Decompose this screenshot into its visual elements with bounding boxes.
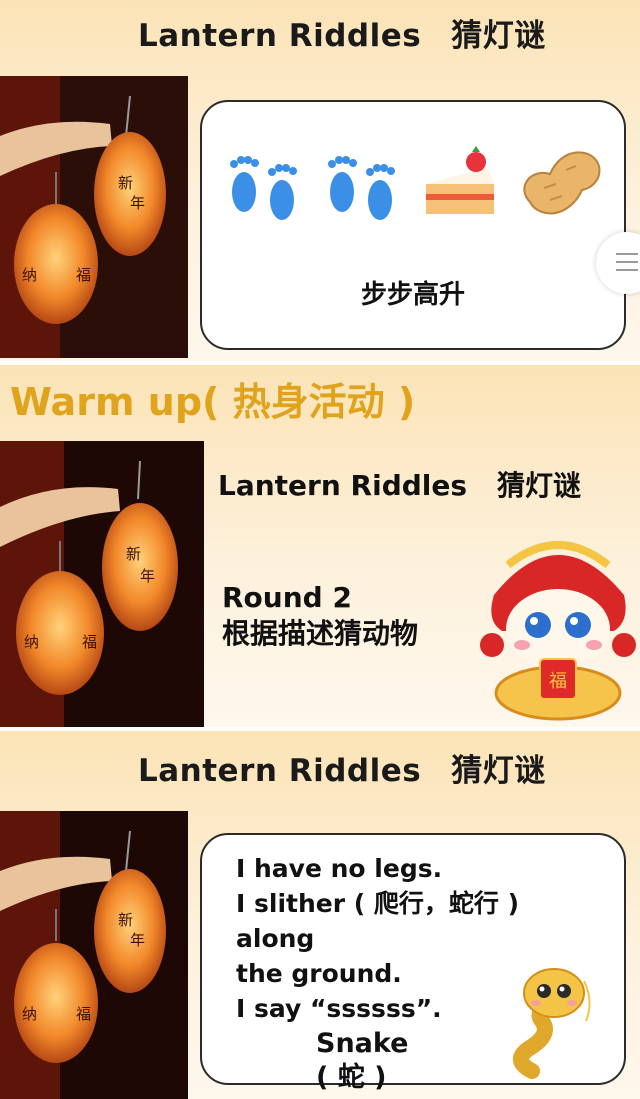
answer-cn: ( 蛇 ) (316, 1062, 387, 1093)
svg-text:新: 新 (118, 911, 133, 929)
lantern-photo: 新 年 纳 福 (0, 441, 204, 727)
title-cn: 猜灯谜 (497, 469, 582, 502)
svg-text:年: 年 (130, 194, 145, 212)
svg-text:年: 年 (140, 567, 155, 585)
svg-text:福: 福 (82, 633, 97, 651)
slide-title: Lantern Riddles 猜灯谜 (138, 753, 546, 789)
lantern-illustration: 新 年 纳 福 (0, 76, 188, 358)
fu-badge: 福 (549, 671, 567, 692)
snake-icon (513, 968, 591, 1079)
riddle-text: I have no legs. I slither ( 爬行，蛇行 ) alon… (236, 851, 519, 1026)
riddle-line: I say “ssssss”. (236, 994, 442, 1023)
riddle-line: I slither ( 爬行，蛇行 ) (236, 889, 520, 918)
footprints-icon (230, 156, 297, 220)
riddle-line: the ground. (236, 959, 402, 988)
title-cn: 猜灯谜 (451, 18, 546, 54)
title-en: Lantern Riddles (138, 753, 422, 789)
svg-text:纳: 纳 (22, 266, 37, 284)
slide-title: Lantern Riddles 猜灯谜 (218, 469, 598, 503)
slide-warm-up: Warm up( 热身活动 ) 新 年 纳 福 Lantern Riddles 猜… (0, 365, 640, 727)
svg-text:福: 福 (76, 266, 91, 284)
riddle-answer: Snake ( 蛇 ) (316, 1027, 408, 1095)
svg-text:新: 新 (126, 545, 141, 563)
section-heading: Warm up( 热身活动 ) (10, 380, 416, 424)
svg-text:新: 新 (118, 174, 133, 192)
lion-mascot-icon: 福 (480, 541, 636, 721)
slide-lantern-riddles-2: Lantern Riddles 猜灯谜 新 年 纳 福 I have no leg… (0, 731, 640, 1099)
peanut-icon (523, 151, 601, 215)
emoji-puzzle (222, 140, 606, 224)
lion-dance-snake-mascot: 福 (474, 525, 640, 725)
snake-mascot (502, 961, 602, 1079)
title-en: Lantern Riddles (138, 18, 422, 54)
svg-text:福: 福 (76, 1005, 91, 1023)
slide-lantern-riddles-1: Lantern Riddles 猜灯谜 新 年 纳 福 步步高升 (0, 0, 640, 361)
riddle-line: I have no legs. (236, 854, 443, 883)
round-instruction: 根据描述猜动物 (222, 617, 419, 650)
lantern-photo: 新 年 纳 福 (0, 76, 188, 358)
riddle-answer: 步步高升 (360, 280, 465, 310)
lantern-photo: 新 年 纳 福 (0, 811, 188, 1099)
riddle-card: 步步高升 (200, 100, 626, 350)
menu-icon (616, 253, 638, 277)
slide-title: Lantern Riddles 猜灯谜 (138, 18, 546, 54)
svg-text:纳: 纳 (24, 633, 39, 651)
svg-text:纳: 纳 (22, 1005, 37, 1023)
title-cn: 猜灯谜 (451, 753, 546, 789)
riddle-card: I have no legs. I slither ( 爬行，蛇行 ) alon… (200, 833, 626, 1093)
round-label: Round 2 (222, 581, 352, 614)
footprints-icon (328, 156, 395, 220)
answer-en: Snake (316, 1028, 409, 1059)
lantern-illustration: 新 年 纳 福 (0, 441, 204, 727)
title-en: Lantern Riddles (218, 469, 468, 502)
svg-text:年: 年 (130, 931, 145, 949)
cake-icon (426, 146, 494, 214)
riddle-line: along (236, 924, 315, 953)
lantern-illustration: 新 年 纳 福 (0, 811, 188, 1099)
